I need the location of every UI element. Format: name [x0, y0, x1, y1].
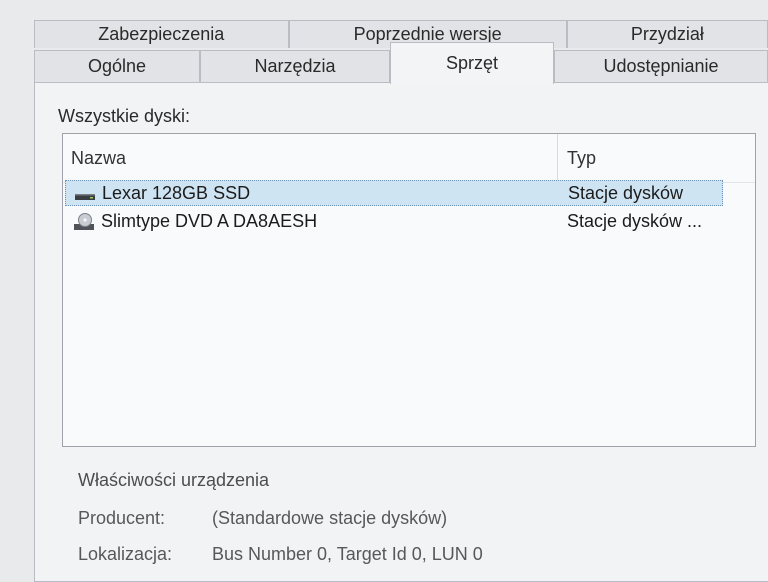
tab-narzedzia[interactable]: Narzędzia: [200, 50, 390, 82]
manufacturer-value: (Standardowe stacje dysków): [212, 508, 448, 528]
tab-ogolne[interactable]: Ogólne: [34, 50, 200, 82]
item-type: Stacje dysków: [568, 183, 684, 203]
list-header: Nazwa Typ: [63, 134, 755, 183]
column-header-type[interactable]: Typ: [567, 148, 596, 169]
drive-icon: [75, 194, 95, 200]
device-properties-title: Właściwości urządzenia: [78, 470, 270, 490]
dvd-drive-icon: [74, 213, 94, 230]
item-type: Stacje dysków ...: [567, 211, 703, 231]
column-divider[interactable]: [557, 134, 558, 182]
disks-listbox[interactable]: Nazwa Typ Lexar 128GB SSD Stacje dysków …: [62, 133, 756, 447]
all-disks-label: Wszystkie dyski:: [58, 106, 191, 126]
tab-zabezpieczenia[interactable]: Zabezpieczenia: [34, 20, 289, 48]
tab-udostepnianie[interactable]: Udostępnianie: [554, 50, 768, 82]
item-name: Lexar 128GB SSD: [102, 183, 251, 203]
item-name: Slimtype DVD A DA8AESH: [101, 211, 318, 231]
tab-sprzet[interactable]: Sprzęt: [390, 42, 554, 84]
list-item[interactable]: Slimtype DVD A DA8AESH Stacje dysków ...: [65, 209, 723, 235]
list-item[interactable]: Lexar 128GB SSD Stacje dysków: [65, 180, 723, 206]
manufacturer-label: Producent:: [78, 508, 166, 528]
column-header-name[interactable]: Nazwa: [71, 148, 126, 169]
tab-row-lower: Ogólne Narzędzia Sprzęt Udostępnianie: [34, 42, 768, 84]
location-label: Lokalizacja:: [78, 544, 173, 564]
tab-przydzial[interactable]: Przydział: [566, 20, 768, 48]
location-value: Bus Number 0, Target Id 0, LUN 0: [212, 544, 483, 564]
